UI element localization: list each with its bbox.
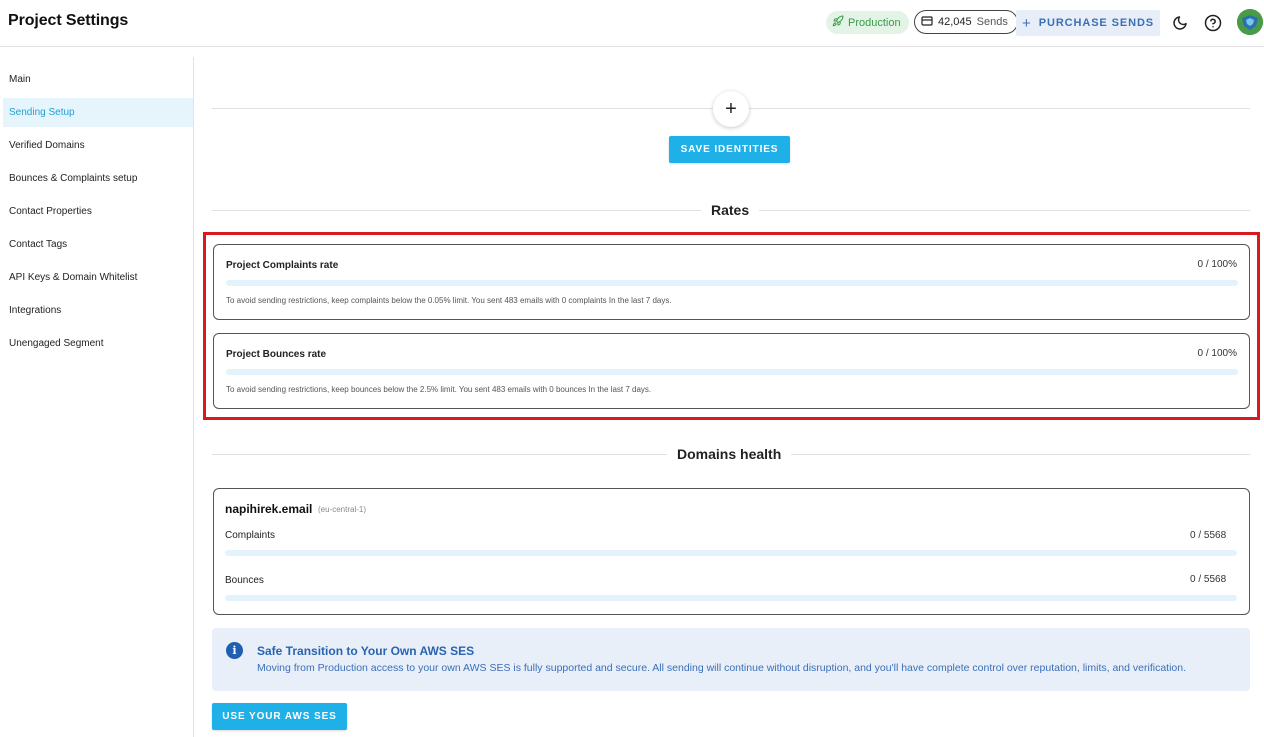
add-identity-button[interactable]: + xyxy=(713,91,749,127)
info-icon: i xyxy=(226,642,243,659)
sidebar-item-label: Integrations xyxy=(9,305,62,316)
bounces-rate-value: 0 / 100% xyxy=(1197,348,1237,359)
complaints-rate-label: Project Complaints rate xyxy=(226,260,339,271)
environment-label: Production xyxy=(848,16,901,29)
complaints-rate-note: To avoid sending restrictions, keep comp… xyxy=(226,296,672,305)
sidebar-item-api-keys[interactable]: API Keys & Domain Whitelist xyxy=(3,263,193,292)
page-title: Project Settings xyxy=(8,12,129,29)
complaints-rate-card: Project Complaints rate 0 / 100% To avoi… xyxy=(213,244,1250,320)
sidebar-item-label: Verified Domains xyxy=(9,140,85,151)
sidebar-item-integrations[interactable]: Integrations xyxy=(3,296,193,325)
domain-complaints-label: Complaints xyxy=(225,530,276,541)
sidebar-item-label: API Keys & Domain Whitelist xyxy=(9,272,138,283)
sidebar-item-label: Main xyxy=(9,74,31,85)
save-identities-button[interactable]: SAVE IDENTITIES xyxy=(669,136,790,163)
plus-icon: + xyxy=(1021,14,1031,32)
save-identities-label: SAVE IDENTITIES xyxy=(680,144,779,155)
sidebar-item-bounces-complaints[interactable]: Bounces & Complaints setup xyxy=(3,164,193,193)
credit-card-icon xyxy=(921,15,933,29)
complaints-rate-value: 0 / 100% xyxy=(1197,259,1237,270)
aws-info-title: Safe Transition to Your Own AWS SES xyxy=(257,644,475,658)
sidebar: Main Sending Setup Verified Domains Boun… xyxy=(0,57,194,737)
purchase-sends-label: PURCHASE SENDS xyxy=(1038,17,1155,29)
use-aws-ses-label: USE YOUR AWS SES xyxy=(222,711,337,722)
top-header: Project Settings Production 42,045 Sends… xyxy=(0,0,1264,47)
bounces-rate-label: Project Bounces rate xyxy=(226,349,327,360)
purchase-sends-button[interactable]: + PURCHASE SENDS xyxy=(1016,10,1160,36)
domain-region: (eu-central-1) xyxy=(318,505,367,514)
help-icon[interactable] xyxy=(1203,13,1223,33)
aws-transition-info-box xyxy=(212,628,1250,691)
rocket-icon xyxy=(832,15,844,30)
sidebar-item-label: Contact Tags xyxy=(9,239,68,250)
sidebar-item-label: Sending Setup xyxy=(9,107,75,118)
moon-icon[interactable] xyxy=(1170,13,1190,33)
domain-bounces-label: Bounces xyxy=(225,575,264,586)
sidebar-item-unengaged-segment[interactable]: Unengaged Segment xyxy=(3,329,193,358)
domain-complaints-value: 0 / 5568 xyxy=(1190,530,1227,541)
plus-icon: + xyxy=(725,97,737,120)
sends-balance-badge[interactable]: 42,045 Sends xyxy=(914,10,1018,34)
complaints-rate-progress xyxy=(226,280,1238,286)
rates-title: Rates xyxy=(701,202,760,218)
sidebar-item-main[interactable]: Main xyxy=(3,65,193,94)
bounces-rate-progress xyxy=(226,369,1238,375)
sidebar-item-verified-domains[interactable]: Verified Domains xyxy=(3,131,193,160)
domain-bounces-progress xyxy=(225,595,1237,601)
sends-unit: Sends xyxy=(976,16,1008,28)
sidebar-item-contact-properties[interactable]: Contact Properties xyxy=(3,197,193,226)
sidebar-item-contact-tags[interactable]: Contact Tags xyxy=(3,230,193,259)
sends-count: 42,045 xyxy=(938,16,972,28)
use-aws-ses-button[interactable]: USE YOUR AWS SES xyxy=(212,703,347,730)
aws-info-text: Moving from Production access to your ow… xyxy=(257,662,1187,674)
domain-complaints-progress xyxy=(225,550,1237,556)
environment-badge[interactable]: Production xyxy=(826,11,909,34)
sidebar-item-label: Unengaged Segment xyxy=(9,338,104,349)
domain-name: napihirek.email xyxy=(225,502,313,516)
sidebar-item-label: Bounces & Complaints setup xyxy=(9,173,138,184)
bounces-rate-note: To avoid sending restrictions, keep boun… xyxy=(226,385,652,394)
sidebar-item-sending-setup[interactable]: Sending Setup xyxy=(3,98,193,127)
domains-health-title: Domains health xyxy=(667,446,792,462)
domain-bounces-value: 0 / 5568 xyxy=(1190,574,1227,585)
bounces-rate-card: Project Bounces rate 0 / 100% To avoid s… xyxy=(213,333,1250,409)
avatar[interactable] xyxy=(1237,9,1263,35)
sidebar-item-label: Contact Properties xyxy=(9,206,92,217)
